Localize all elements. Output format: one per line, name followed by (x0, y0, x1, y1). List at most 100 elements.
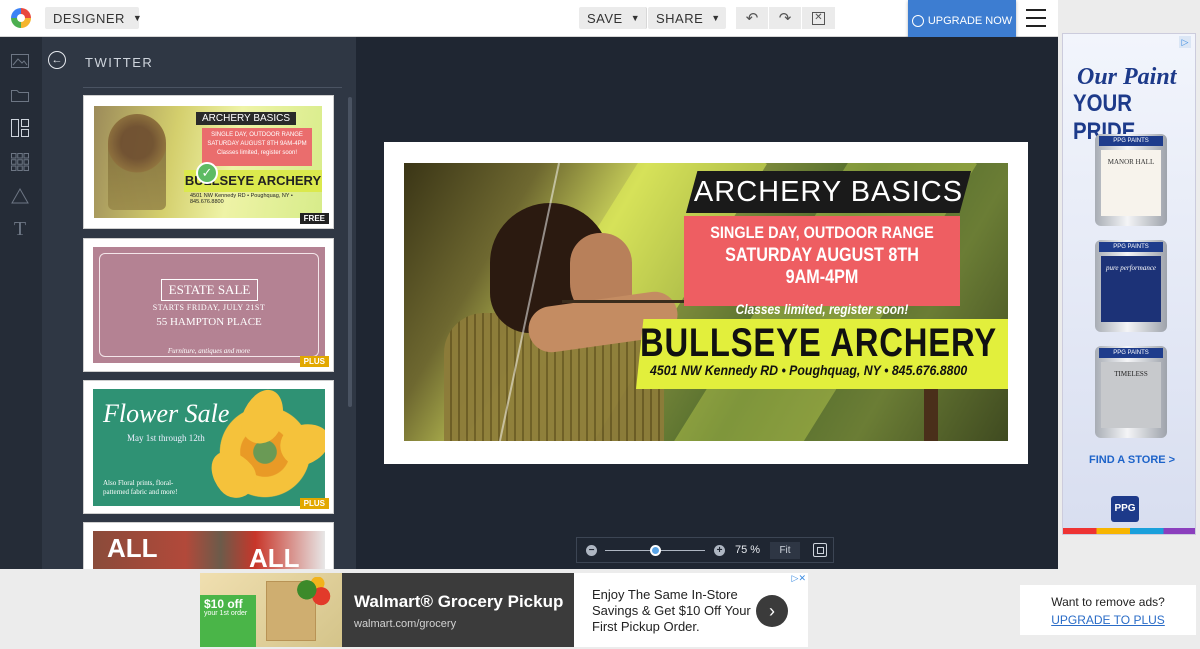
upgrade-to-plus-link[interactable]: UPGRADE TO PLUS (1020, 613, 1196, 627)
shapes-icon[interactable] (11, 188, 29, 204)
adchoices-icon[interactable]: ▷✕ (784, 573, 806, 585)
paint-can: PPG PAINTS pure performance (1095, 240, 1167, 332)
archer-photo (444, 193, 681, 441)
thumb-title: ALL (107, 533, 158, 563)
fit-button[interactable]: Fit (770, 542, 800, 559)
template-card-estate-sale[interactable]: ESTATE SALE STARTS FRIDAY, JULY 21ST 55 … (83, 238, 334, 372)
thumb-line1: May 1st through 12th (127, 433, 205, 443)
design-canvas[interactable]: ARCHERY BASICS SINGLE DAY, OUTDOOR RANGE… (404, 163, 1008, 441)
thumb-title: ESTATE SALE (161, 279, 258, 301)
find-store-link[interactable]: FIND A STORE > (1089, 454, 1175, 466)
user-icon (911, 15, 924, 27)
chevron-down-icon: ▼ (711, 13, 721, 23)
thumb-title: Flower Sale (103, 399, 230, 428)
chevron-down-icon: ▼ (630, 13, 641, 23)
design-line1: SINGLE DAY, OUTDOOR RANGE (710, 223, 934, 242)
save-button[interactable]: SAVE ▼ (579, 7, 647, 29)
designer-label: DESIGNER (53, 10, 125, 26)
ppg-logo: PPG (1111, 496, 1139, 522)
thumb-line2: Also Floral prints, floral-patterned fab… (103, 479, 178, 496)
template-card-all[interactable]: ALL ALL (83, 522, 334, 569)
thumb-line2: 55 HAMPTON PLACE (156, 316, 262, 328)
can-label: TIMELESS (1101, 362, 1161, 428)
design-title[interactable]: ARCHERY BASICS (686, 171, 971, 213)
panel-scrollbar[interactable] (348, 97, 352, 407)
close-design-button[interactable]: ✕ (802, 7, 835, 29)
ad-body: Enjoy The Same In-Store Savings & Get $1… (592, 587, 751, 634)
paint-can: PPG PAINTS TIMELESS (1095, 346, 1167, 438)
template-thumbnail: ESTATE SALE STARTS FRIDAY, JULY 21ST 55 … (93, 247, 325, 363)
zoom-level: 75 % (735, 544, 761, 556)
upgrade-now-button[interactable]: UPGRADE NOW (908, 0, 1016, 42)
ad-title-block[interactable]: Walmart® Grocery Pickup walmart.com/groc… (342, 573, 574, 647)
zoom-out-icon[interactable]: − (586, 545, 597, 556)
can-label: pure performance (1101, 256, 1161, 322)
ad-color-strip (1063, 528, 1195, 534)
promo-small: your 1st order (204, 610, 248, 617)
text-icon[interactable]: T (11, 218, 29, 240)
design-details-box[interactable]: SINGLE DAY, OUTDOOR RANGE SATURDAY AUGUS… (684, 216, 960, 317)
app-root: DESIGNER ▼ SAVE ▼ SHARE ▼ ↶ ↷ ✕ UPGRADE … (0, 0, 1200, 649)
tool-rail: T (0, 37, 42, 569)
redo-button[interactable]: ↷ (769, 7, 801, 29)
bottom-advertisement[interactable]: $10 off your 1st order Walmart® Grocery … (200, 573, 808, 647)
hamburger-menu-icon[interactable] (1026, 9, 1046, 27)
free-badge: FREE (299, 213, 329, 224)
adchoices-icon[interactable]: ▷ (1179, 36, 1191, 48)
artboard[interactable]: ARCHERY BASICS SINGLE DAY, OUTDOOR RANGE… (384, 142, 1028, 464)
design-brand[interactable]: BULLSEYE ARCHERY (640, 321, 996, 366)
thumb-title-2: ALL (249, 543, 300, 569)
undo-icon: ↶ (745, 10, 759, 27)
zoom-slider-handle[interactable] (649, 545, 661, 556)
template-card-archery[interactable]: ARCHERY BASICS SINGLE DAY, OUTDOOR RANGE… (83, 95, 334, 229)
thumb-line1: STARTS FRIDAY, JULY 21ST (152, 303, 266, 312)
designer-dropdown[interactable]: DESIGNER ▼ (45, 7, 142, 29)
share-button[interactable]: SHARE ▼ (648, 7, 726, 29)
can-brand: PPG PAINTS (1099, 242, 1163, 252)
redo-icon: ↷ (778, 10, 792, 27)
templates-panel: ← TWITTER ARCHERY BASICS SINGLE DAY, OUT… (42, 37, 356, 569)
ad-url: walmart.com/grocery (354, 618, 457, 630)
zoom-in-icon[interactable]: + (714, 545, 725, 556)
share-label: SHARE (656, 10, 704, 26)
thumb-address: 4501 NW Kennedy RD • Poughquag, NY • 845… (190, 193, 293, 205)
thumb-line3: Furniture, antiques and more (167, 347, 251, 355)
can-brand: PPG PAINTS (1099, 136, 1163, 146)
close-icon: ✕ (812, 11, 825, 25)
can-label: MANOR HALL (1101, 150, 1161, 216)
thumb-details: SINGLE DAY, OUTDOOR RANGE SATURDAY AUGUS… (202, 128, 312, 166)
checkmark-icon: ✓ (196, 162, 218, 184)
thumb-title: ARCHERY BASICS (196, 112, 296, 125)
plus-badge: PLUS (299, 498, 329, 509)
fullscreen-icon[interactable] (813, 543, 827, 557)
promo-badge: $10 off your 1st order (200, 595, 256, 647)
thumb-line3: Classes limited, register soon! (216, 150, 298, 156)
save-label: SAVE (587, 10, 623, 26)
canvas-workspace: ARCHERY BASICS SINGLE DAY, OUTDOOR RANGE… (356, 37, 1058, 569)
folder-icon[interactable] (11, 87, 29, 103)
grid-icon[interactable] (11, 153, 29, 171)
template-thumbnail: ARCHERY BASICS SINGLE DAY, OUTDOOR RANGE… (94, 106, 322, 218)
template-thumbnail: Flower Sale May 1st through 12th Also Fl… (93, 389, 325, 506)
side-advertisement[interactable]: ▷ Our Paint YOUR PRIDE PPG PAINTS MANOR … (1062, 33, 1196, 535)
design-address[interactable]: 4501 NW Kennedy RD • Poughquag, NY • 845… (650, 362, 967, 378)
design-line3: Classes limited, register soon! (735, 301, 909, 317)
undo-button[interactable]: ↶ (736, 7, 768, 29)
upgrade-label: UPGRADE NOW (927, 15, 1013, 27)
back-arrow-icon[interactable]: ← (48, 51, 66, 69)
templates-icon[interactable] (11, 119, 29, 137)
chevron-right-icon[interactable]: › (756, 595, 788, 627)
ad-title: Walmart® Grocery Pickup (354, 592, 564, 611)
template-card-flower-sale[interactable]: Flower Sale May 1st through 12th Also Fl… (83, 380, 334, 514)
ad-headline-1: Our Paint (1077, 64, 1177, 90)
paint-can: PPG PAINTS MANOR HALL (1095, 134, 1167, 226)
panel-divider (83, 87, 342, 88)
top-toolbar: DESIGNER ▼ SAVE ▼ SHARE ▼ ↶ ↷ ✕ UPGRADE … (0, 0, 1058, 42)
vegetables (296, 577, 332, 609)
panel-title: TWITTER (85, 55, 154, 70)
remove-ads-box: Want to remove ads? UPGRADE TO PLUS (1020, 585, 1196, 635)
template-thumbnail: ALL ALL (93, 531, 325, 569)
app-logo-icon[interactable] (11, 8, 31, 28)
thumb-line2: SATURDAY AUGUST 8TH 9AM-4PM (207, 141, 307, 147)
image-icon[interactable] (11, 53, 29, 69)
